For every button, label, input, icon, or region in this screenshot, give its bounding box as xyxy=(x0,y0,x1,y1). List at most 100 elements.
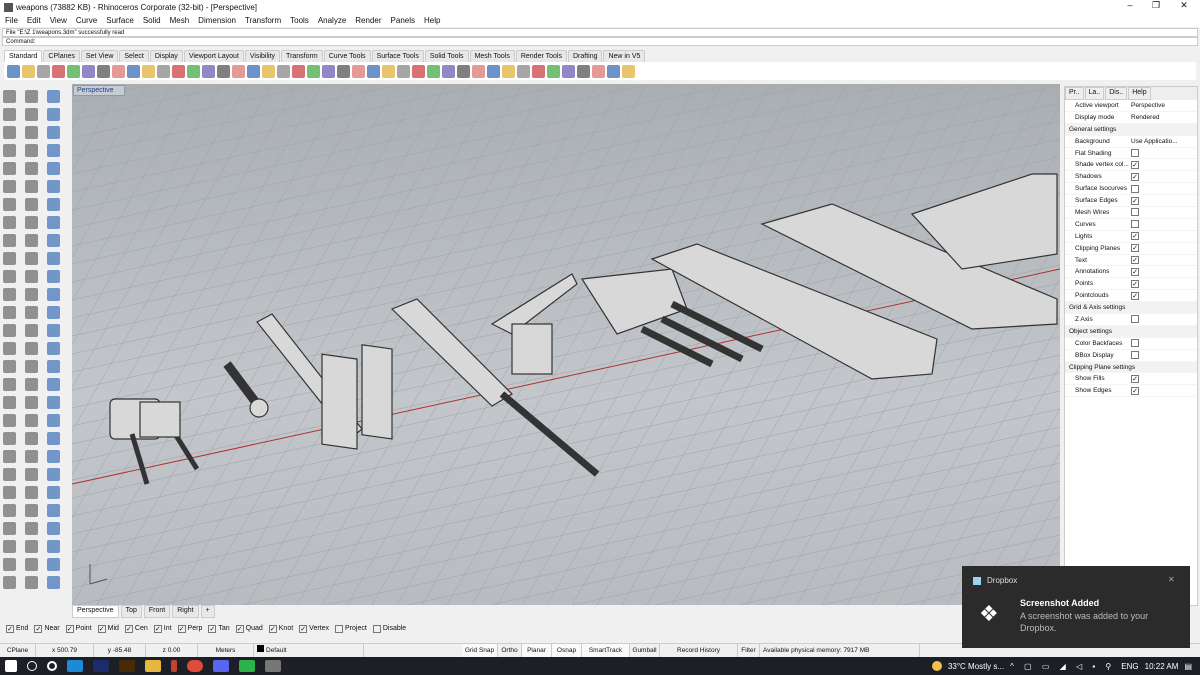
tool-icon[interactable] xyxy=(3,198,16,211)
tool-icon[interactable] xyxy=(3,306,16,319)
tool-icon[interactable] xyxy=(25,126,38,139)
menu-curve[interactable]: Curve xyxy=(76,16,97,25)
toolbar-icon[interactable] xyxy=(532,64,545,78)
tool-icon[interactable] xyxy=(3,360,16,373)
tool-icon[interactable] xyxy=(47,378,60,391)
toolbar-icon[interactable] xyxy=(127,64,140,78)
close-button[interactable]: ✕ xyxy=(1170,0,1198,11)
osnap-checkbox[interactable]: ✓ xyxy=(299,624,308,633)
toolbar-tab[interactable]: Surface Tools xyxy=(371,50,424,62)
toolbar-icon[interactable] xyxy=(97,64,110,78)
toolbar-icon[interactable] xyxy=(382,64,395,78)
toolbar-icon[interactable] xyxy=(517,64,530,78)
gumball-toggle[interactable]: Gumball xyxy=(630,644,660,657)
toolbar-icon[interactable] xyxy=(367,64,380,78)
toolbar-tab[interactable]: Curve Tools xyxy=(323,50,371,62)
tool-icon[interactable] xyxy=(25,468,38,481)
setting-value[interactable]: Use Applicatio... xyxy=(1131,138,1178,145)
toolbar-icon[interactable] xyxy=(217,64,230,78)
setting-checkbox[interactable]: ✓ xyxy=(1131,256,1139,265)
setting-checkbox[interactable]: ✓ xyxy=(1131,374,1139,383)
toolbar-icon[interactable] xyxy=(397,64,410,78)
toolbar-icon[interactable] xyxy=(427,64,440,78)
toolbar-icon[interactable] xyxy=(232,64,245,78)
osnap-tan[interactable]: ✓ Tan xyxy=(208,624,230,633)
setting-checkbox[interactable]: ✓ xyxy=(1131,291,1139,300)
tool-icon[interactable] xyxy=(25,162,38,175)
tool-icon[interactable] xyxy=(25,252,38,265)
chrome-icon[interactable] xyxy=(187,660,203,672)
toolbar-icon[interactable] xyxy=(142,64,155,78)
panel-tab[interactable]: La.. xyxy=(1084,87,1105,100)
tool-icon[interactable] xyxy=(25,540,38,553)
osnap-int[interactable]: ✓ Int xyxy=(153,624,172,633)
toolbar-icon[interactable] xyxy=(547,64,560,78)
illustrator-icon[interactable] xyxy=(119,660,135,672)
photoshop-icon[interactable] xyxy=(93,660,109,672)
setting-checkbox[interactable] xyxy=(1131,339,1139,348)
osnap-cen[interactable]: ✓ Cen xyxy=(124,624,148,633)
toolbar-icon[interactable] xyxy=(457,64,470,78)
viewport-title-tab[interactable]: Perspective xyxy=(73,85,125,96)
toolbar-icon[interactable] xyxy=(187,64,200,78)
tool-icon[interactable] xyxy=(25,414,38,427)
clock[interactable]: 10:22 AM xyxy=(1145,662,1179,671)
toolbar-tab[interactable]: Select xyxy=(119,50,149,62)
record-history-toggle[interactable]: Record History xyxy=(660,644,738,657)
osnap-checkbox[interactable]: ✓ xyxy=(177,624,186,633)
tool-icon[interactable] xyxy=(3,576,16,589)
tool-icon[interactable] xyxy=(3,414,16,427)
tool-icon[interactable] xyxy=(47,108,60,121)
tool-icon[interactable] xyxy=(25,432,38,445)
setting-value[interactable]: Perspective xyxy=(1131,102,1165,109)
tool-icon[interactable] xyxy=(25,504,38,517)
line-messenger-icon[interactable] xyxy=(239,660,255,672)
tool-icon[interactable] xyxy=(25,360,38,373)
osnap-checkbox[interactable]: ✓ xyxy=(6,624,14,633)
toolbar-icon[interactable] xyxy=(157,64,170,78)
osnap-checkbox[interactable]: ✓ xyxy=(235,624,244,633)
toolbar-icon[interactable] xyxy=(247,64,260,78)
viewport-tab[interactable]: Perspective xyxy=(72,605,119,618)
tool-icon[interactable] xyxy=(47,90,60,103)
menu-view[interactable]: View xyxy=(50,16,67,25)
toolbar-icon[interactable] xyxy=(592,64,605,78)
tool-icon[interactable] xyxy=(3,162,16,175)
toolbar-icon[interactable] xyxy=(487,64,500,78)
osnap-checkbox[interactable]: ✓ xyxy=(153,624,162,633)
setting-checkbox[interactable] xyxy=(1131,184,1139,193)
tool-icon[interactable] xyxy=(3,342,16,355)
osnap-checkbox[interactable] xyxy=(372,624,381,633)
toolbar-icon[interactable] xyxy=(292,64,305,78)
setting-checkbox[interactable] xyxy=(1131,208,1139,217)
toolbar-icon[interactable] xyxy=(322,64,335,78)
toolbar-icon[interactable] xyxy=(82,64,95,78)
toolbar-icon[interactable] xyxy=(37,64,50,78)
osnap-toggle[interactable]: Osnap xyxy=(552,644,582,657)
rhino-taskbar-icon[interactable] xyxy=(265,660,281,672)
minimize-button[interactable]: – xyxy=(1116,0,1144,10)
units-label[interactable]: Meters xyxy=(198,644,254,657)
tool-icon[interactable] xyxy=(3,522,16,535)
tool-icon[interactable] xyxy=(3,90,16,103)
cplane-label[interactable]: CPlane xyxy=(0,644,36,657)
osnap-end[interactable]: ✓ End xyxy=(6,624,28,633)
tool-icon[interactable] xyxy=(47,144,60,157)
osnap-quad[interactable]: ✓ Quad xyxy=(235,624,263,633)
tool-icon[interactable] xyxy=(25,108,38,121)
menu-surface[interactable]: Surface xyxy=(106,16,134,25)
tool-icon[interactable] xyxy=(47,504,60,517)
menu-file[interactable]: File xyxy=(5,16,18,25)
toolbar-tab[interactable]: Set View xyxy=(80,50,119,62)
osnap-perp[interactable]: ✓ Perp xyxy=(177,624,202,633)
smarttrack-toggle[interactable]: SmartTrack xyxy=(582,644,630,657)
filter-button[interactable]: Filter xyxy=(738,644,760,657)
toolbar-tab[interactable]: Drafting xyxy=(567,50,603,62)
tool-icon[interactable] xyxy=(25,216,38,229)
tool-icon[interactable] xyxy=(3,270,16,283)
tool-icon[interactable] xyxy=(3,252,16,265)
tool-icon[interactable] xyxy=(3,558,16,571)
osnap-checkbox[interactable] xyxy=(335,624,344,633)
toolbar-icon[interactable] xyxy=(172,64,185,78)
tool-icon[interactable] xyxy=(47,216,60,229)
